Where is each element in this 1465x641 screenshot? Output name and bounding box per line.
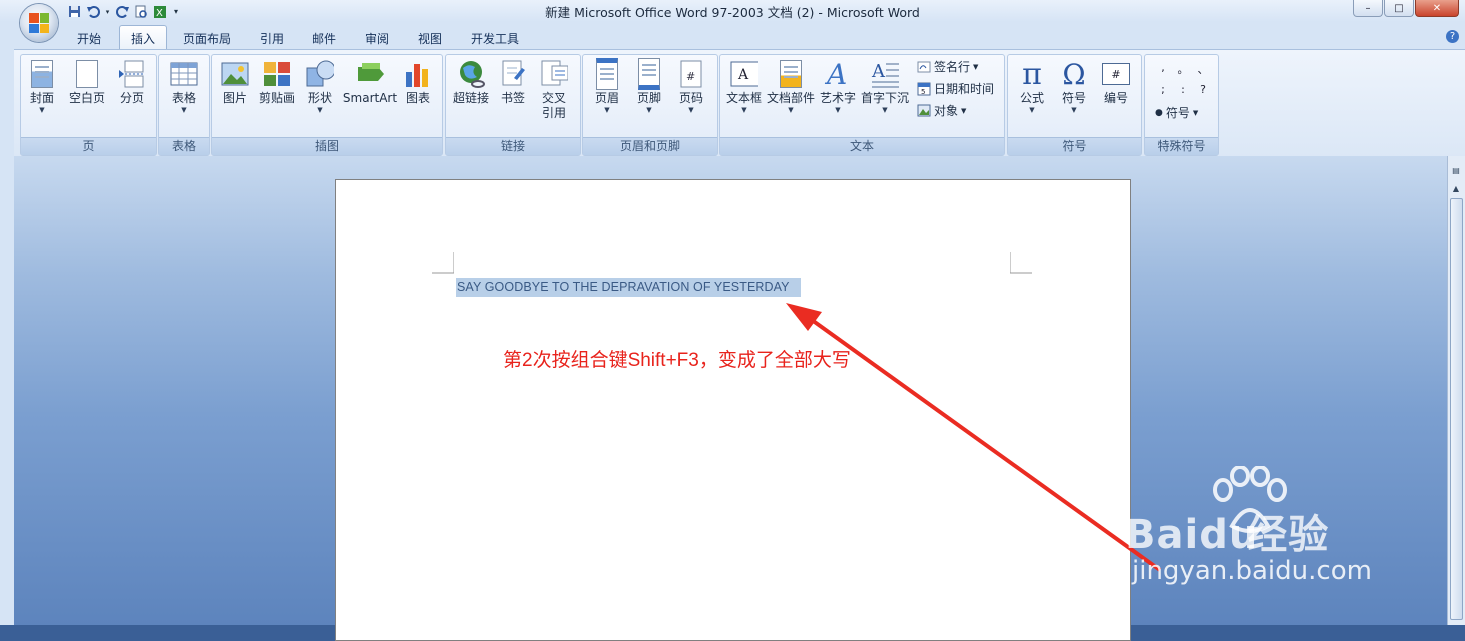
watermark-brand-cn: 经验	[1247, 512, 1330, 558]
print-preview-icon[interactable]	[133, 4, 149, 19]
save-icon[interactable]	[66, 4, 82, 19]
redo-icon[interactable]	[114, 4, 130, 19]
customize-icon[interactable]: ▾	[171, 4, 181, 19]
office-logo-icon	[29, 13, 49, 33]
office-button[interactable]	[20, 4, 58, 42]
excel-icon[interactable]: X	[152, 4, 168, 19]
quick-access-toolbar: ▾ X ▾	[66, 3, 181, 20]
baidu-watermark: Baidu经验 jingyan.baidu.com	[1125, 466, 1395, 590]
svg-text:X: X	[156, 8, 163, 19]
watermark-url: jingyan.baidu.com	[1132, 556, 1372, 586]
undo-icon[interactable]	[85, 4, 101, 19]
undo-dropdown-icon[interactable]: ▾	[104, 4, 111, 19]
watermark-brand: Baidu经验	[1125, 512, 1330, 558]
